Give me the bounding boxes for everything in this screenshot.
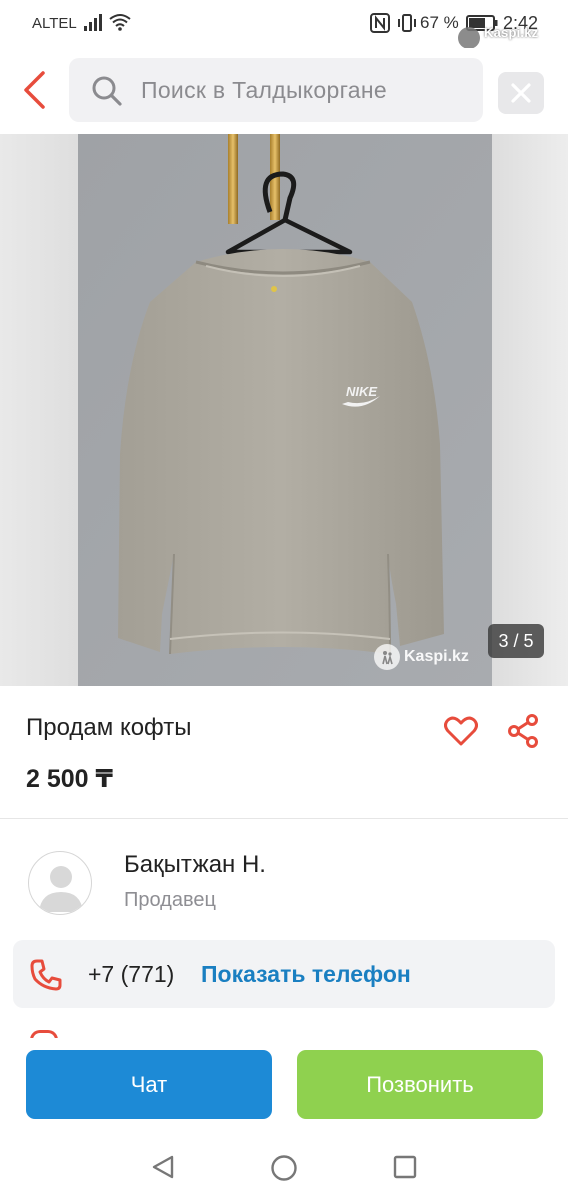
phone-number-prefix: +7 (771) bbox=[88, 961, 175, 987]
product-price: 2 500 ₸ bbox=[26, 765, 113, 793]
back-button[interactable] bbox=[14, 68, 54, 112]
section-divider bbox=[0, 818, 568, 819]
photo-blur-left bbox=[0, 134, 78, 686]
signal-icon bbox=[84, 13, 104, 36]
vibrate-icon bbox=[396, 13, 418, 38]
nav-recent-icon[interactable] bbox=[392, 1154, 418, 1185]
kaspi-watermark-text: Kaspi.kz bbox=[484, 25, 539, 40]
photo-counter: 3 / 5 bbox=[488, 624, 544, 658]
nav-back-icon[interactable] bbox=[150, 1154, 176, 1185]
watermark-text: Kaspi.kz bbox=[404, 648, 469, 665]
nav-home-icon[interactable] bbox=[270, 1154, 298, 1187]
product-title: Продам кофты bbox=[26, 714, 192, 741]
photo-gallery[interactable]: NIKE 3 / 5 Kaspi.kz bbox=[0, 134, 568, 686]
avatar-placeholder-icon bbox=[39, 866, 83, 912]
battery-percent: 67 % bbox=[420, 13, 459, 32]
seller-role: Продавец bbox=[124, 889, 216, 911]
kaspi-watermark-icon bbox=[458, 27, 480, 49]
product-photo[interactable]: NIKE bbox=[78, 134, 492, 686]
heart-icon bbox=[444, 716, 478, 746]
photo-blur-right bbox=[492, 134, 568, 686]
close-icon bbox=[511, 83, 531, 103]
kaspi-logo-icon bbox=[374, 644, 400, 670]
search-icon bbox=[91, 75, 123, 112]
share-button[interactable] bbox=[502, 710, 544, 752]
bottom-actions: Чат Позвонить bbox=[0, 1038, 568, 1130]
nfc-icon bbox=[370, 13, 390, 38]
search-placeholder: Поиск в Талдыкоргане bbox=[141, 77, 387, 103]
show-phone-link[interactable]: Показать телефон bbox=[201, 961, 411, 988]
favorite-button[interactable] bbox=[440, 710, 482, 752]
status-bar: ALTEL 67 % 2:42 Kaspi.kz bbox=[0, 0, 568, 49]
call-button[interactable]: Позвонить bbox=[297, 1050, 543, 1119]
clear-search-button[interactable] bbox=[498, 72, 544, 114]
search-input[interactable]: Поиск в Талдыкоргане bbox=[69, 58, 483, 122]
seller-name[interactable]: Бақытжан Н. bbox=[124, 851, 266, 879]
search-header: Поиск в Талдыкоргане bbox=[0, 48, 568, 134]
wifi-icon bbox=[108, 13, 132, 36]
back-arrow-icon bbox=[24, 71, 45, 109]
carrier-label: ALTEL bbox=[32, 15, 77, 32]
photo-brand-text: NIKE bbox=[346, 384, 377, 399]
photo-watermark: Kaspi.kz bbox=[374, 644, 469, 670]
phone-row[interactable]: +7 (771) Показать телефон bbox=[13, 940, 555, 1008]
system-nav-bar bbox=[0, 1130, 568, 1200]
share-icon bbox=[508, 714, 538, 748]
phone-icon bbox=[29, 958, 63, 997]
chat-button[interactable]: Чат bbox=[26, 1050, 272, 1119]
seller-avatar[interactable] bbox=[28, 851, 92, 915]
